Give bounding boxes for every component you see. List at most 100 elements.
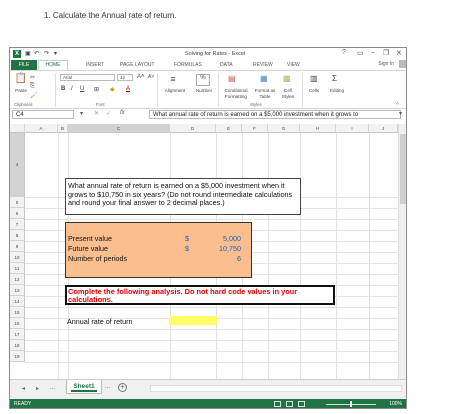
tab-file[interactable]: FILE xyxy=(11,60,37,70)
column-header[interactable]: H xyxy=(300,124,336,133)
avatar-icon[interactable] xyxy=(399,60,406,68)
row-header[interactable]: 14 xyxy=(10,296,25,307)
row-header[interactable]: 13 xyxy=(10,285,25,296)
format-painter-icon[interactable]: 🖌 xyxy=(30,92,38,99)
undo-icon[interactable]: ↶ xyxy=(34,50,39,57)
font-color-icon[interactable]: A xyxy=(126,86,130,92)
instruction-cell[interactable]: Complete the following analysis. Do not … xyxy=(65,285,335,305)
font-name-select[interactable]: Arial xyxy=(60,74,115,81)
borders-icon[interactable]: ⊞ xyxy=(94,86,99,93)
row-header[interactable]: 15 xyxy=(10,307,25,318)
italic-button[interactable]: I xyxy=(71,86,73,92)
cell-styles-button[interactable]: Cell Styles xyxy=(278,88,298,100)
column-header[interactable]: F xyxy=(242,124,268,133)
clipboard-icon: 📋 xyxy=(14,73,28,84)
minimize-button[interactable]: – xyxy=(371,49,375,56)
column-header[interactable]: J xyxy=(369,124,398,133)
column-header[interactable]: G xyxy=(268,124,300,133)
column-header[interactable]: D xyxy=(170,124,216,133)
row-header[interactable]: 8 xyxy=(10,230,25,241)
select-all-corner[interactable] xyxy=(10,124,25,133)
alignment-button[interactable]: Alignment xyxy=(158,88,192,93)
row-header[interactable]: 10 xyxy=(10,252,25,263)
name-box-dropdown-icon[interactable]: ▾ xyxy=(80,110,83,117)
formula-input[interactable]: What annual rate of return is earned on … xyxy=(149,110,401,119)
help-button[interactable]: ? xyxy=(342,49,346,56)
editing-button[interactable]: Editing xyxy=(324,88,350,93)
cancel-icon[interactable]: ✕ xyxy=(94,110,99,117)
row-header[interactable]: 5 xyxy=(10,197,25,208)
row-header[interactable]: 19 xyxy=(10,351,25,362)
vertical-scrollbar[interactable] xyxy=(398,124,406,379)
insert-function-button[interactable]: fx xyxy=(120,110,125,116)
cut-icon[interactable]: ✂ xyxy=(30,74,35,81)
row-header[interactable]: 17 xyxy=(10,329,25,340)
tab-review[interactable]: REVIEW xyxy=(253,62,273,68)
question-cell[interactable]: What annual rate of return is earned on … xyxy=(65,178,301,215)
row-header[interactable]: 12 xyxy=(10,274,25,285)
customize-qat-icon[interactable]: ▾ xyxy=(54,50,57,57)
sheet-tab-sheet1[interactable]: Sheet1 xyxy=(66,380,102,394)
gridline xyxy=(58,133,59,379)
number-button[interactable]: Number xyxy=(192,88,216,93)
column-header[interactable]: E xyxy=(216,124,242,133)
restore-button[interactable]: ❐ xyxy=(383,49,389,57)
bold-button[interactable]: B xyxy=(61,86,65,92)
sign-in-link[interactable]: Sign In xyxy=(378,61,394,67)
name-box[interactable]: C4 xyxy=(12,110,74,119)
column-header[interactable]: I xyxy=(336,124,369,133)
font-size-select[interactable]: 12 xyxy=(117,74,133,81)
redo-icon[interactable]: ↷ xyxy=(44,50,49,57)
ribbon-display-icon[interactable]: ▭ xyxy=(357,49,364,57)
fill-color-icon[interactable]: ◆ xyxy=(110,86,115,93)
horizontal-scrollbar[interactable] xyxy=(150,385,402,392)
row-header[interactable]: 7 xyxy=(10,219,25,230)
tab-formulas[interactable]: FORMULAS xyxy=(174,62,202,68)
clipboard-group-label: Clipboard xyxy=(14,102,33,107)
zoom-slider-knob[interactable] xyxy=(350,401,352,407)
normal-view-icon[interactable] xyxy=(274,401,281,407)
sheet-more-right[interactable]: ... xyxy=(105,384,110,390)
increase-font-icon[interactable]: A˄ xyxy=(137,74,145,80)
enter-icon[interactable]: ✓ xyxy=(106,110,111,117)
copy-icon[interactable]: ⎘ xyxy=(30,83,35,90)
row-header[interactable]: 18 xyxy=(10,340,25,351)
row-header[interactable]: 4 xyxy=(10,133,25,197)
conditional-formatting-button[interactable]: Conditional Formatting xyxy=(220,88,252,100)
page-layout-view-icon[interactable] xyxy=(286,401,293,407)
save-icon[interactable]: ▣ xyxy=(25,50,31,57)
periods-value[interactable]: 6 xyxy=(237,254,241,263)
format-as-table-button[interactable]: Format as Table xyxy=(252,88,278,100)
gridline xyxy=(25,329,398,330)
decrease-font-icon[interactable]: A˅ xyxy=(148,74,154,80)
tab-page-layout[interactable]: PAGE LAYOUT xyxy=(120,62,155,68)
paste-button[interactable]: Paste xyxy=(12,88,30,93)
collapse-ribbon-icon[interactable]: ˄ xyxy=(396,101,399,107)
sheet-more-left[interactable]: ... xyxy=(50,385,55,391)
add-sheet-icon[interactable]: + xyxy=(118,383,127,392)
page-break-view-icon[interactable] xyxy=(298,401,305,407)
row-header[interactable]: 6 xyxy=(10,208,25,219)
tab-insert[interactable]: INSERT xyxy=(86,62,104,68)
scroll-thumb[interactable] xyxy=(400,134,406,204)
row-header[interactable]: 11 xyxy=(10,263,25,274)
row-header[interactable]: 9 xyxy=(10,241,25,252)
column-header[interactable]: B xyxy=(58,124,68,133)
column-header[interactable]: A xyxy=(25,124,58,133)
present-value-value[interactable]: 5,000 xyxy=(223,234,241,243)
tab-data[interactable]: DATA xyxy=(220,62,233,68)
sheet-prev-icon[interactable]: ◂ xyxy=(22,385,25,392)
percent-button[interactable]: % xyxy=(196,74,210,86)
cells-button[interactable]: Cells xyxy=(304,88,324,93)
expand-formula-icon[interactable]: ▾ xyxy=(399,110,402,117)
column-header[interactable]: C xyxy=(68,124,170,133)
sheet-next-icon[interactable]: ▸ xyxy=(36,385,39,392)
future-value-value[interactable]: 10,750 xyxy=(219,244,241,253)
row-header[interactable]: 16 xyxy=(10,318,25,329)
tab-view[interactable]: VIEW xyxy=(287,62,300,68)
close-button[interactable]: ✕ xyxy=(396,49,402,57)
tab-home[interactable]: HOME xyxy=(38,60,68,70)
answer-input-cell[interactable] xyxy=(169,316,217,325)
underline-button[interactable]: U xyxy=(80,86,84,92)
zoom-level[interactable]: 100% xyxy=(389,401,402,407)
